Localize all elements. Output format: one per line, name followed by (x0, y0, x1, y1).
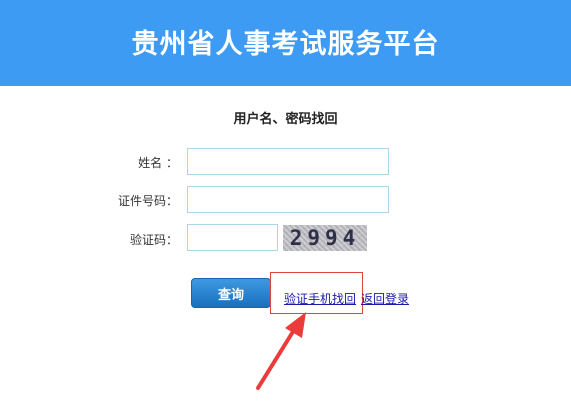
back-to-login-link[interactable]: 返回登录 (361, 290, 409, 307)
header-bar: 贵州省人事考试服务平台 (0, 0, 571, 86)
id-number-input[interactable] (187, 186, 389, 213)
name-input[interactable] (187, 148, 389, 175)
captcha-label: 验证码： (129, 233, 178, 247)
id-number-label: 证件号码： (117, 194, 178, 208)
platform-title: 贵州省人事考试服务平台 (131, 28, 440, 60)
verify-phone-link[interactable]: 验证手机找回 (284, 290, 356, 307)
captcha-text: 2994 (289, 226, 361, 250)
form-title: 用户名、密码找回 (233, 112, 338, 127)
captcha-input[interactable] (187, 224, 278, 251)
captcha-image[interactable]: 2994 (283, 225, 367, 251)
name-label: 姓名 ： (138, 156, 178, 170)
query-button[interactable]: 查询 (191, 278, 271, 308)
